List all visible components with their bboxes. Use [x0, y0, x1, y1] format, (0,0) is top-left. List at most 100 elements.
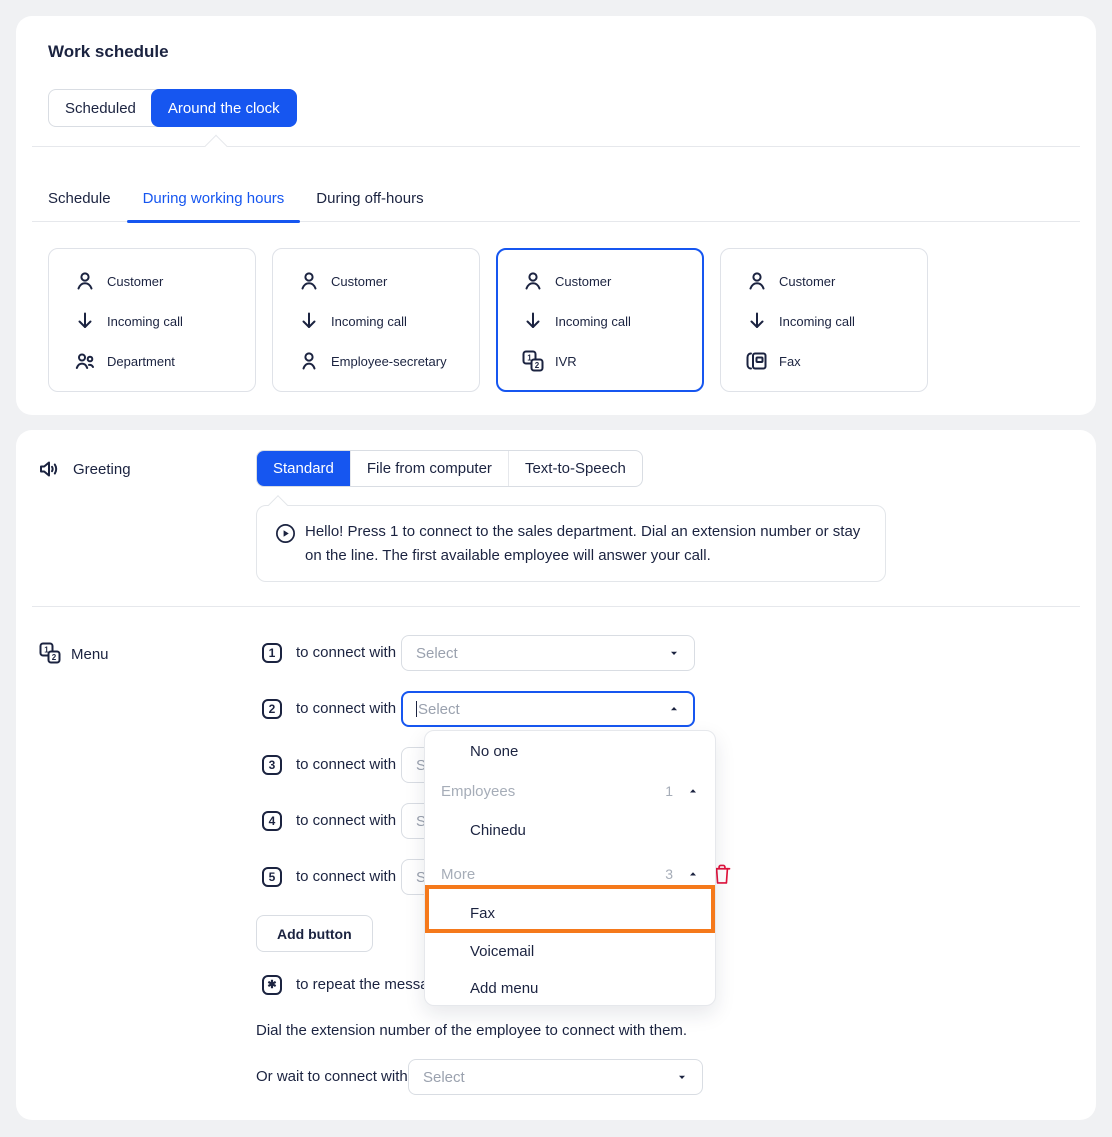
divider-notch — [205, 135, 228, 158]
person-icon — [745, 269, 769, 293]
row-text: to connect with — [296, 635, 396, 671]
people-icon — [73, 349, 97, 373]
flow-step: Department — [73, 349, 255, 373]
tab-during-working-hours[interactable]: During working hours — [127, 176, 301, 221]
greeting-message-bubble: Hello! Press 1 to connect to the sales d… — [256, 505, 886, 582]
flow-card-ivr[interactable]: Customer Incoming call 12 IVR — [496, 248, 704, 392]
wait-select[interactable]: Select — [408, 1059, 703, 1095]
bubble-notch — [268, 495, 288, 515]
connect-select-1[interactable]: Select — [401, 635, 695, 671]
flow-step: Incoming call — [745, 309, 927, 333]
svg-text:2: 2 — [535, 361, 540, 370]
speaker-icon — [38, 457, 62, 481]
flow-step-label: Customer — [555, 274, 611, 289]
tab-during-off-hours[interactable]: During off-hours — [300, 176, 439, 221]
menu-row-2: 2 to connect with Select — [262, 691, 717, 727]
chevron-down-icon — [676, 1071, 688, 1083]
group-label: Employees — [441, 783, 515, 800]
greeting-tab-file-from-computer[interactable]: File from computer — [350, 451, 508, 486]
connect-select-dropdown: No one Employees 1 Chinedu More 3 Fax Vo… — [424, 730, 716, 1006]
flow-step: Incoming call — [521, 309, 702, 333]
greeting-label: Greeting — [73, 461, 131, 478]
flow-step-label: Customer — [779, 274, 835, 289]
arrow-down-icon — [297, 309, 321, 333]
key-badge-4: 4 — [262, 811, 282, 831]
flow-step: Incoming call — [73, 309, 255, 333]
flow-step-label: Customer — [331, 274, 387, 289]
toggle-divider — [32, 146, 1080, 147]
flow-step-label: Incoming call — [555, 314, 631, 329]
row-text: to connect with — [296, 859, 396, 895]
add-button[interactable]: Add button — [256, 915, 373, 952]
dropdown-option-add-menu[interactable]: Add menu — [425, 969, 715, 1007]
person-icon — [521, 269, 545, 293]
toggle-scheduled[interactable]: Scheduled — [49, 90, 152, 126]
row-text: to connect with — [296, 747, 396, 783]
flow-step: Customer — [745, 269, 927, 293]
select-placeholder: Select — [416, 645, 668, 662]
person-icon — [297, 269, 321, 293]
key-badge-5: 5 — [262, 867, 282, 887]
flow-step: 12 IVR — [521, 349, 702, 373]
person-icon — [297, 349, 321, 373]
page-title: Work schedule — [48, 42, 169, 62]
flow-step: Incoming call — [297, 309, 479, 333]
dropdown-option-no-one[interactable]: No one — [425, 731, 715, 771]
work-schedule-panel: Work schedule Scheduled Around the clock… — [16, 16, 1096, 415]
flow-step: Employee-secretary — [297, 349, 479, 373]
group-count: 1 — [665, 783, 673, 799]
dropdown-option-chinedu[interactable]: Chinedu — [425, 809, 715, 851]
arrow-down-icon — [73, 309, 97, 333]
dropdown-group-more[interactable]: More 3 — [441, 853, 699, 895]
greeting-source-tabs: Standard File from computer Text-to-Spee… — [256, 450, 643, 487]
text-cursor — [416, 701, 417, 717]
chevron-up-icon — [687, 785, 699, 797]
menu-ivr-icon: 12 — [38, 641, 62, 665]
key-badge-1: 1 — [262, 643, 282, 663]
flow-step-label: Department — [107, 354, 175, 369]
flow-step-label: Fax — [779, 354, 801, 369]
key-badge-3: 3 — [262, 755, 282, 775]
greeting-tab-text-to-speech[interactable]: Text-to-Speech — [508, 451, 642, 486]
play-icon[interactable] — [274, 522, 297, 545]
ivr-settings-panel: Greeting Standard File from computer Tex… — [16, 430, 1096, 1120]
row-text: to connect with — [296, 803, 396, 839]
connect-select-2[interactable]: Select — [401, 691, 695, 727]
extension-hint-text: Dial the extension number of the employe… — [256, 1022, 687, 1039]
flow-card-employee-secretary[interactable]: Customer Incoming call Employee-secretar… — [272, 248, 480, 392]
dropdown-option-fax[interactable]: Fax — [425, 895, 715, 931]
schedule-tabs: Schedule During working hours During off… — [32, 176, 1080, 222]
arrow-down-icon — [745, 309, 769, 333]
flow-step: Customer — [297, 269, 479, 293]
chevron-down-icon — [668, 647, 680, 659]
repeat-row-text: to repeat the message — [296, 967, 445, 1003]
schedule-mode-toggle: Scheduled Around the clock — [48, 89, 297, 127]
flow-step: Customer — [73, 269, 255, 293]
flow-card-fax[interactable]: Customer Incoming call Fax — [720, 248, 928, 392]
call-flow-cards: Customer Incoming call Department Custom… — [48, 248, 928, 392]
person-icon — [73, 269, 97, 293]
group-label: More — [441, 866, 475, 883]
flow-step-label: IVR — [555, 354, 577, 369]
key-badge-star: ✱ — [262, 975, 282, 995]
flow-step-label: Incoming call — [779, 314, 855, 329]
greeting-tab-standard[interactable]: Standard — [257, 451, 350, 486]
flow-step-label: Customer — [107, 274, 163, 289]
dropdown-group-employees[interactable]: Employees 1 — [441, 771, 699, 811]
select-placeholder: Select — [423, 1069, 676, 1086]
flow-step: Customer — [521, 269, 702, 293]
ivr-icon: 12 — [521, 349, 545, 373]
chevron-up-icon — [687, 868, 699, 880]
section-divider — [32, 606, 1080, 607]
flow-card-department[interactable]: Customer Incoming call Department — [48, 248, 256, 392]
wait-label: Or wait to connect with — [256, 1059, 408, 1095]
menu-label: Menu — [71, 646, 109, 663]
flow-step: Fax — [745, 349, 927, 373]
chevron-up-icon — [668, 703, 680, 715]
flow-step-label: Incoming call — [331, 314, 407, 329]
greeting-message-text: Hello! Press 1 to connect to the sales d… — [305, 520, 870, 568]
toggle-around-the-clock[interactable]: Around the clock — [151, 89, 297, 127]
row-text: to connect with — [296, 691, 396, 727]
dropdown-option-voicemail[interactable]: Voicemail — [425, 931, 715, 971]
tab-schedule[interactable]: Schedule — [32, 176, 127, 221]
